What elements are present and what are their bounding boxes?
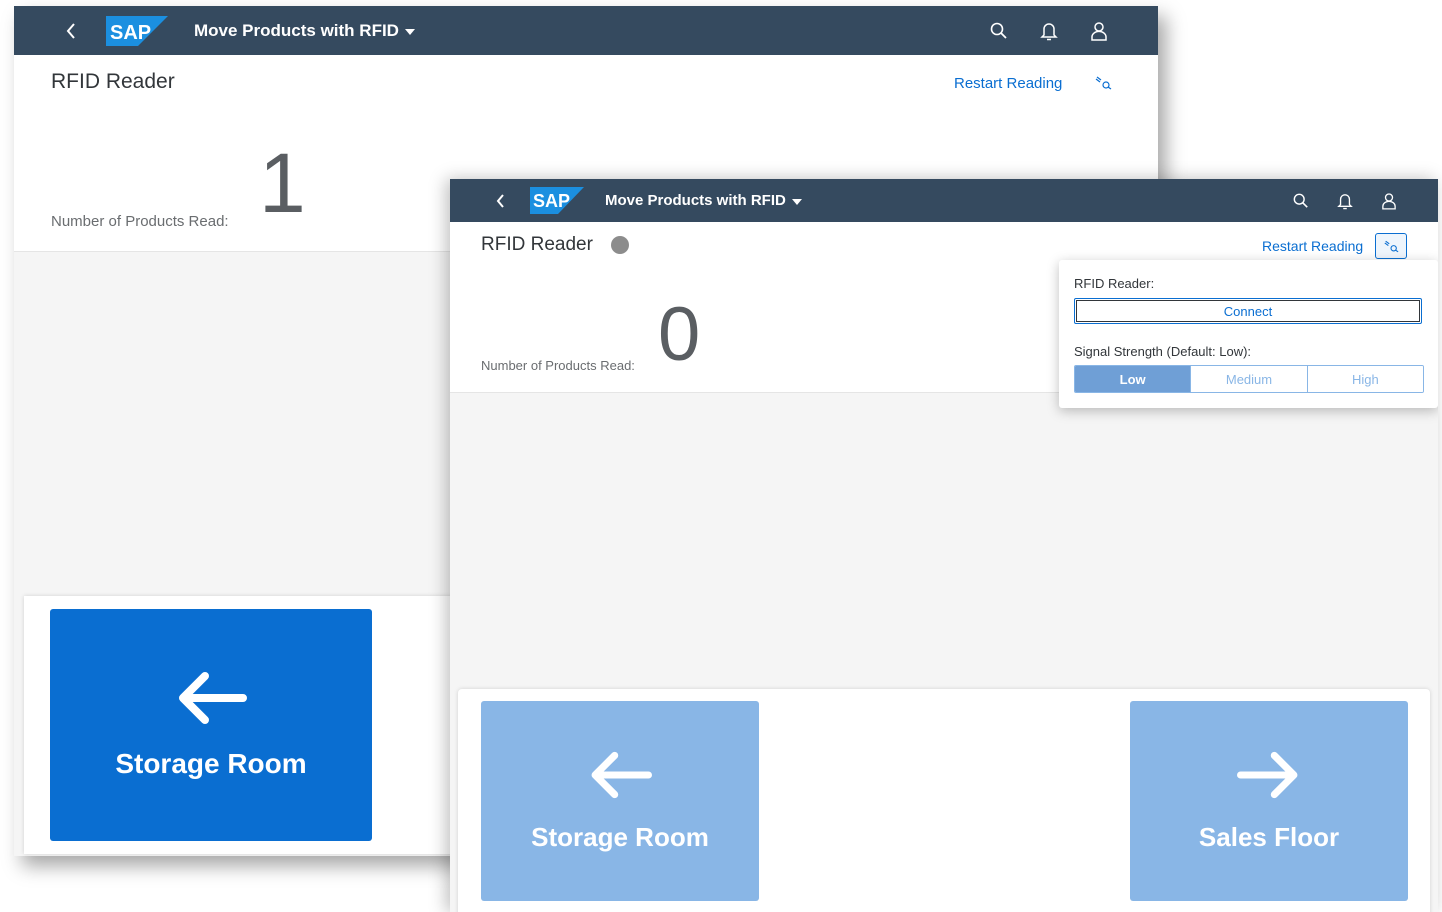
user-icon	[1091, 21, 1107, 41]
products-read-count: 1	[259, 136, 306, 230]
sales-floor-label: Sales Floor	[1198, 821, 1340, 852]
notifications-button[interactable]	[1323, 179, 1367, 222]
settings-link-icon	[1095, 76, 1112, 90]
svg-text:SAP: SAP	[533, 191, 570, 211]
signal-high-option[interactable]: High	[1306, 366, 1423, 392]
signal-strength-label: Signal Strength (Default: Low):	[1074, 344, 1252, 359]
signal-medium-option[interactable]: Medium	[1190, 366, 1307, 392]
caret-down-icon	[404, 28, 415, 35]
products-read-count: 0	[658, 292, 701, 377]
app-title: Move Products with RFID	[194, 20, 399, 40]
shell-actions	[974, 6, 1124, 55]
arrow-left-icon	[591, 751, 652, 798]
search-button[interactable]	[974, 6, 1024, 55]
search-button[interactable]	[1279, 179, 1323, 222]
nav-back-button[interactable]	[56, 6, 86, 55]
connect-button[interactable]: Connect	[1074, 298, 1422, 324]
restart-reading-link[interactable]: Restart Reading	[1262, 238, 1363, 254]
app-title-menu[interactable]: Move Products with RFID	[605, 179, 802, 222]
page-title: RFID Reader	[481, 234, 593, 255]
app-title-menu[interactable]: Move Products with RFID	[194, 6, 415, 55]
caret-down-icon	[791, 198, 802, 205]
svg-text:SAP: SAP	[110, 22, 151, 44]
products-read-label: Number of Products Read:	[51, 213, 229, 230]
app-title: Move Products with RFID	[605, 192, 786, 209]
restart-reading-link[interactable]: Restart Reading	[954, 75, 1062, 92]
page-title-row: RFID Reader	[481, 234, 629, 256]
search-icon	[1293, 193, 1308, 208]
rfid-reader-label: RFID Reader:	[1074, 276, 1155, 291]
signal-low-option[interactable]: Low	[1075, 366, 1191, 392]
signal-strength-selector: Low Medium High	[1074, 365, 1424, 393]
sap-logo: SAP	[530, 187, 584, 214]
chevron-left-icon	[66, 22, 75, 39]
user-button[interactable]	[1367, 179, 1411, 222]
reader-settings-button[interactable]	[1375, 233, 1407, 259]
arrow-right-icon	[1237, 751, 1298, 798]
reader-settings-button[interactable]	[1088, 69, 1118, 97]
nav-back-button[interactable]	[485, 179, 515, 222]
arrow-left-icon	[179, 672, 247, 724]
storage-room-label: Storage Room	[531, 821, 709, 852]
bell-icon	[1040, 22, 1058, 40]
reader-status-indicator	[610, 236, 629, 254]
sap-logo: SAP	[106, 16, 168, 46]
user-icon	[1382, 192, 1396, 210]
navigation-footer: Storage Room Sales Floor	[458, 689, 1430, 912]
storage-room-label: Storage Room	[115, 748, 307, 779]
sales-floor-tile[interactable]: Sales Floor	[1130, 701, 1408, 901]
storage-room-tile[interactable]: Storage Room	[481, 701, 759, 901]
products-read-label: Number of Products Read:	[481, 358, 635, 373]
storage-room-tile[interactable]: Storage Room	[50, 609, 372, 841]
shell-actions	[1279, 179, 1411, 222]
page-title: RFID Reader	[51, 70, 175, 93]
front-app-window: SAP Move Products with RFID RFID Reader …	[450, 179, 1438, 912]
search-icon	[990, 22, 1007, 39]
reader-settings-popover: RFID Reader: Connect Signal Strength (De…	[1059, 260, 1438, 408]
settings-link-icon	[1384, 240, 1399, 252]
bell-icon	[1337, 193, 1353, 209]
user-button[interactable]	[1074, 6, 1124, 55]
shell-bar: SAP Move Products with RFID	[450, 179, 1438, 222]
notifications-button[interactable]	[1024, 6, 1074, 55]
shell-bar: SAP Move Products with RFID	[14, 6, 1158, 55]
chevron-left-icon	[496, 193, 504, 208]
